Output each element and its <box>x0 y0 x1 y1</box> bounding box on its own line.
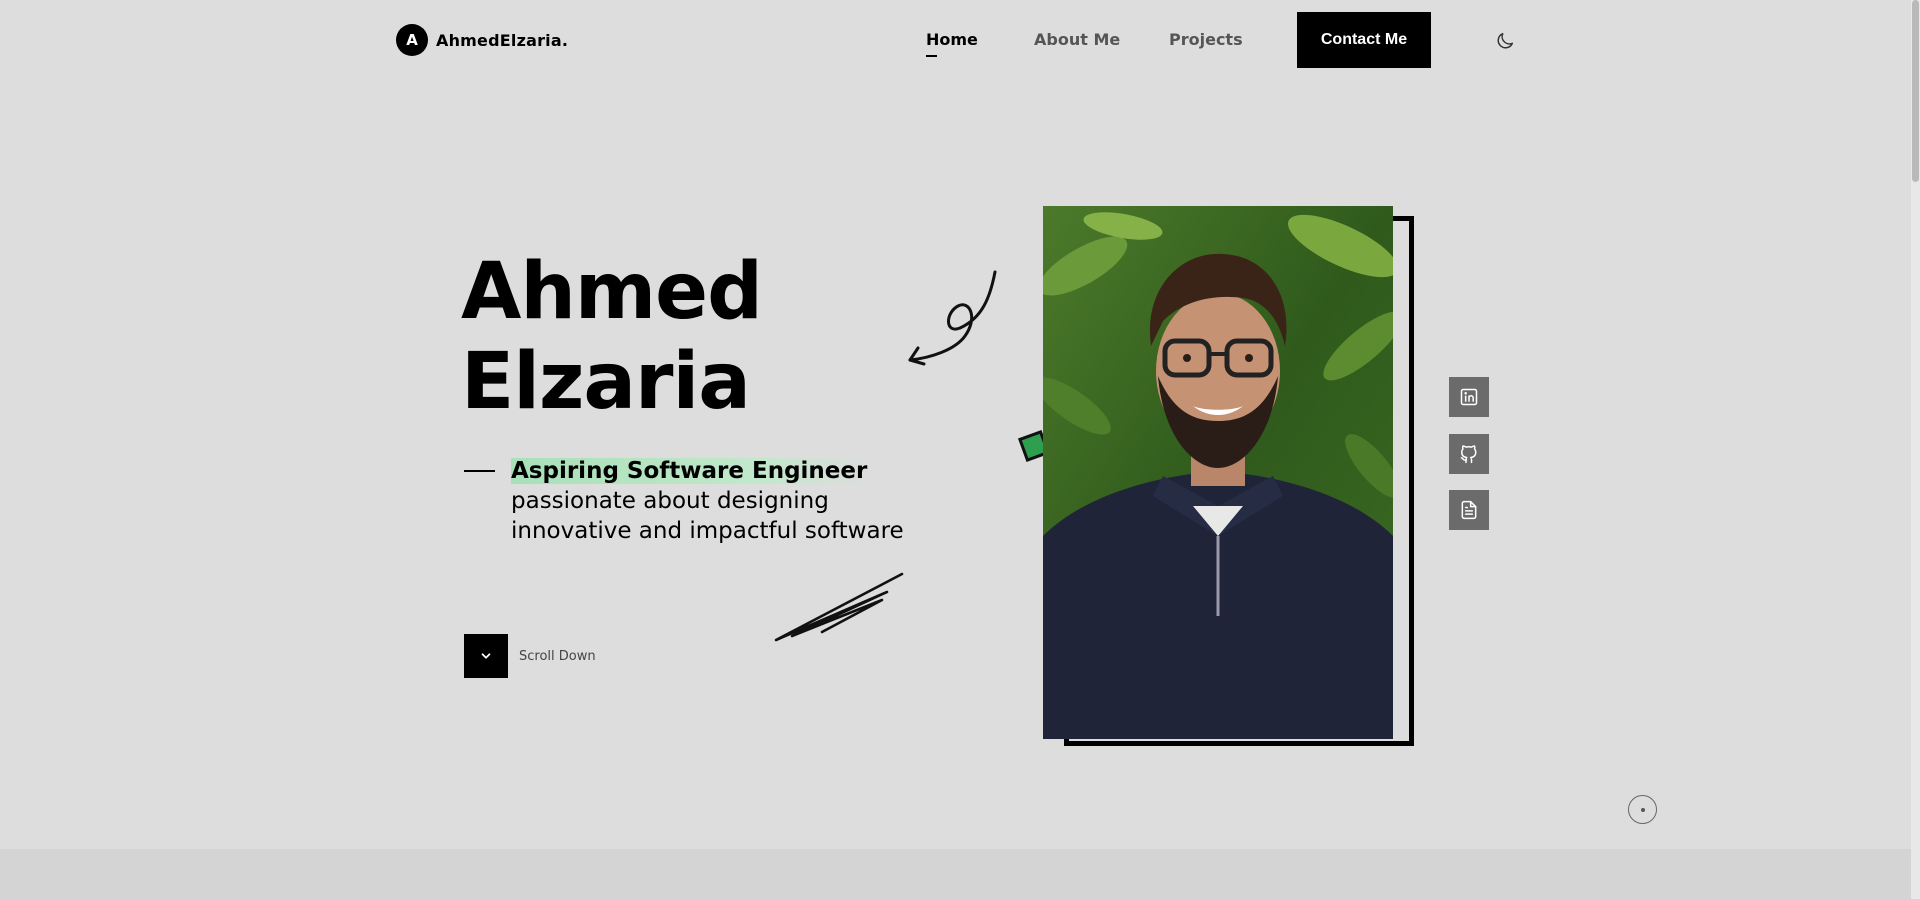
logo-text: AhmedElzaria. <box>436 30 569 50</box>
github-icon <box>1460 445 1477 464</box>
back-to-top-button[interactable] <box>1628 795 1657 824</box>
tagline-line-1: passionate about designing <box>511 488 829 514</box>
resume-icon <box>1461 500 1477 520</box>
next-section <box>0 849 1911 899</box>
hero-first-name: Ahmed <box>461 247 763 337</box>
scroll-down-label: Scroll Down <box>519 649 596 664</box>
tagline-dash <box>464 470 495 472</box>
nav-projects[interactable]: Projects <box>1169 30 1243 49</box>
nav-home[interactable]: Home <box>926 30 978 49</box>
hero-last-name: Elzaria <box>461 337 751 427</box>
tagline-highlight: Aspiring Software Engineer <box>511 458 868 484</box>
dot-icon <box>1640 807 1645 812</box>
nav-active-indicator <box>926 55 937 57</box>
scrollbar-thumb[interactable] <box>1912 0 1919 182</box>
scroll-down-button[interactable] <box>464 634 508 678</box>
page: A AhmedElzaria. Home About Me Projects C… <box>0 0 1911 899</box>
moon-icon[interactable] <box>1494 30 1516 52</box>
linkedin-icon <box>1460 388 1478 406</box>
resume-button[interactable] <box>1449 490 1489 530</box>
contact-me-button[interactable]: Contact Me <box>1297 12 1431 68</box>
nav-about-me[interactable]: About Me <box>1034 30 1120 49</box>
github-button[interactable] <box>1449 434 1489 474</box>
linkedin-button[interactable] <box>1449 377 1489 417</box>
tagline-line-2: innovative and impactful software <box>511 518 904 544</box>
chevron-down-icon <box>481 653 491 659</box>
logo-mark: A <box>396 24 428 56</box>
curly-arrow-doodle <box>908 270 997 366</box>
scribble-doodle <box>774 572 904 642</box>
tagline: Aspiring Software Engineer passionate ab… <box>511 456 931 546</box>
profile-photo <box>1043 206 1393 739</box>
logo[interactable]: A AhmedElzaria. <box>396 24 568 56</box>
hero-name: Ahmed Elzaria <box>461 247 763 427</box>
scrollbar[interactable] <box>1911 0 1920 899</box>
